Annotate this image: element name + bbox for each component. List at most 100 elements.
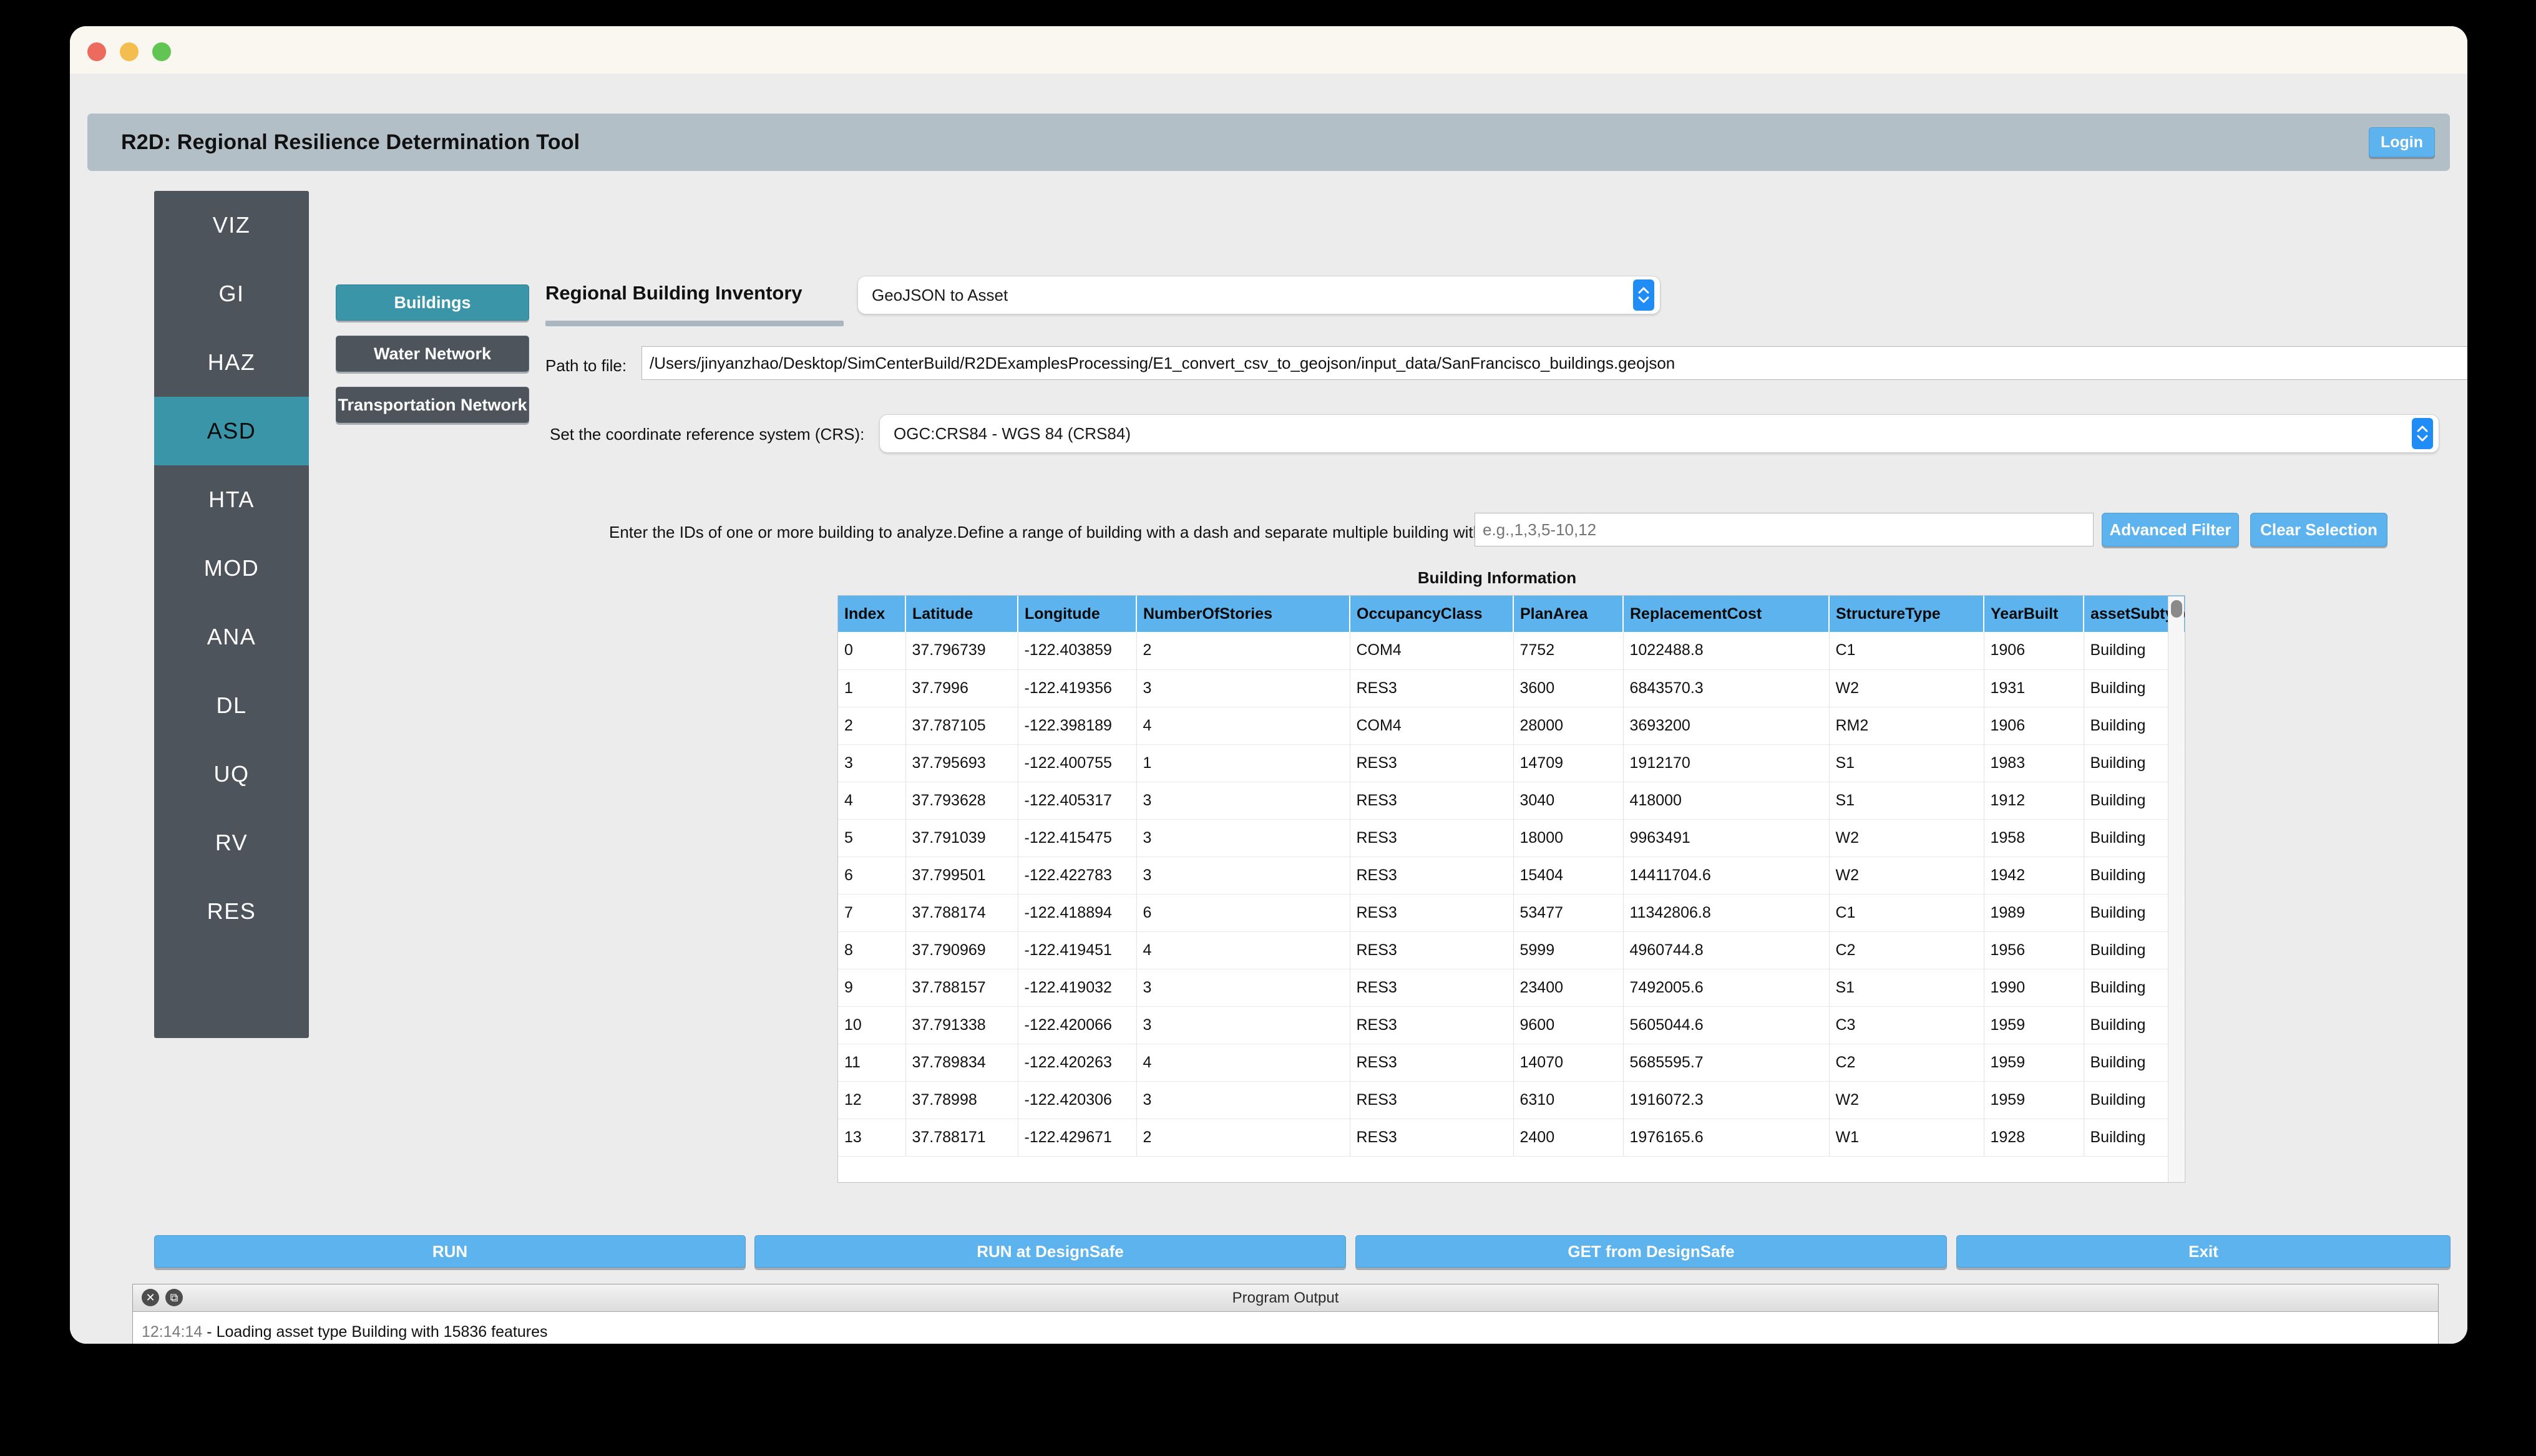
table-cell: 7 [838, 894, 906, 932]
table-vertical-scrollbar[interactable] [2168, 596, 2184, 1182]
table-cell: 0 [838, 632, 906, 670]
table-cell: COM4 [1350, 632, 1514, 670]
table-cell: -122.415475 [1018, 819, 1137, 857]
table-cell: RES3 [1350, 969, 1514, 1007]
program-output-title: Program Output [1232, 1289, 1339, 1306]
sidebar-item-gi[interactable]: GI [154, 260, 309, 328]
table-cell: 7752 [1513, 632, 1624, 670]
building-ids-input[interactable] [1475, 513, 2094, 546]
table-row[interactable]: 11 37.789834 -122.420263 4 RES3 14070 5685595.… [838, 1044, 2185, 1082]
restore-icon[interactable]: ⧉ [165, 1289, 183, 1306]
table-row[interactable]: 6 37.799501 -122.422783 3 RES3 15404 14411704.… [838, 857, 2185, 895]
crs-value: OGC:CRS84 - WGS 84 (CRS84) [894, 424, 1131, 443]
building-information-table: Index Latitude Longitude NumberOfStories Occ… [837, 595, 2185, 1183]
sidebar-item-ana[interactable]: ANA [154, 603, 309, 671]
table-cell: 37.788174 [905, 894, 1018, 932]
sidebar-item-haz[interactable]: HAZ [154, 328, 309, 397]
table-cell: 37.793628 [905, 782, 1018, 820]
table-cell: 4 [838, 782, 906, 820]
table-cell: 1906 [1984, 632, 2084, 670]
asset-type-selector: Buildings Water Network Transportation N… [336, 284, 529, 438]
table-row[interactable]: 13 37.788171 -122.429671 2 RES3 2400 1976165.6… [838, 1119, 2185, 1157]
sidebar-item-uq[interactable]: UQ [154, 740, 309, 808]
table-row[interactable]: 3 37.795693 -122.400755 1 RES3 14709 1912170 S1… [838, 744, 2185, 782]
login-button[interactable]: Login [2369, 127, 2435, 157]
table-cell: 10 [838, 1006, 906, 1044]
exit-button[interactable]: Exit [1956, 1235, 2451, 1268]
crs-select[interactable]: OGC:CRS84 - WGS 84 (CRS84) [879, 414, 2439, 453]
table-row[interactable]: 1 37.7996 -122.419356 3 RES3 3600 6843570.3 W2 1… [838, 669, 2185, 707]
table-cell: RM2 [1829, 707, 1984, 745]
sidebar-item-hta[interactable]: HTA [154, 465, 309, 534]
table-cell: C1 [1829, 894, 1984, 932]
chevron-updown-icon[interactable] [1633, 279, 1654, 311]
sidebar-item-res[interactable]: RES [154, 877, 309, 946]
table-column-header[interactable]: NumberOfStories [1136, 596, 1350, 632]
get-from-designsafe-button[interactable]: GET from DesignSafe [1355, 1235, 1947, 1268]
table-row[interactable]: 2 37.787105 -122.398189 4 COM4 28000 3693200 RM… [838, 707, 2185, 745]
asset-type-transportation-network[interactable]: Transportation Network [336, 387, 529, 423]
run-button[interactable]: RUN [154, 1235, 746, 1268]
table-column-header[interactable]: StructureType [1829, 596, 1984, 632]
table-cell: C3 [1829, 1006, 1984, 1044]
table-cell: S1 [1829, 969, 1984, 1007]
workflow-sidebar: VIZ GI HAZ ASD HTA MOD ANA DL UQ RV RES [154, 191, 309, 1038]
table-column-header[interactable]: PlanArea [1513, 596, 1624, 632]
table-row[interactable]: 12 37.78998 -122.420306 3 RES3 6310 1916072.3 W… [838, 1081, 2185, 1119]
table-cell: 3040 [1513, 782, 1624, 820]
close-window-button[interactable] [87, 42, 106, 61]
table-scrollbar-thumb[interactable] [2171, 600, 2182, 618]
sidebar-item-asd[interactable]: ASD [154, 397, 309, 465]
table-cell: 37.78998 [905, 1081, 1018, 1119]
table-cell: RES3 [1350, 857, 1514, 895]
zoom-window-button[interactable] [152, 42, 171, 61]
table-column-header[interactable]: ReplacementCost [1623, 596, 1830, 632]
table-column-header[interactable]: Latitude [905, 596, 1018, 632]
table-cell: 13 [838, 1119, 906, 1157]
table-cell: 1916072.3 [1623, 1081, 1830, 1119]
table-row[interactable]: 8 37.790969 -122.419451 4 RES3 5999 4960744.8 C… [838, 931, 2185, 969]
chevron-updown-icon[interactable] [2412, 418, 2433, 449]
log-separator: - [207, 1323, 217, 1341]
table-column-header[interactable]: OccupancyClass [1350, 596, 1514, 632]
table-cell: 5685595.7 [1623, 1044, 1830, 1082]
table-row[interactable]: 0 37.796739 -122.403859 2 COM4 7752 1022488.8 C… [838, 632, 2185, 670]
table-column-header[interactable]: Index [838, 596, 906, 632]
sidebar-item-dl[interactable]: DL [154, 671, 309, 740]
advanced-filter-button[interactable]: Advanced Filter [2102, 513, 2239, 546]
table-cell: -122.419356 [1018, 669, 1137, 707]
table-cell: RES3 [1350, 1081, 1514, 1119]
sidebar-item-mod[interactable]: MOD [154, 534, 309, 603]
table-cell: 1 [1136, 744, 1350, 782]
table-cell: -122.420066 [1018, 1006, 1137, 1044]
inventory-method-value: GeoJSON to Asset [872, 286, 1008, 304]
section-title: Regional Building Inventory [545, 282, 802, 304]
clear-selection-button[interactable]: Clear Selection [2250, 513, 2387, 546]
asset-type-buildings[interactable]: Buildings [336, 284, 529, 321]
close-icon[interactable]: ✕ [142, 1289, 159, 1306]
table-cell: -122.403859 [1018, 632, 1137, 670]
table-cell: 37.789834 [905, 1044, 1018, 1082]
table-column-header[interactable]: Longitude [1018, 596, 1137, 632]
sidebar-item-rv[interactable]: RV [154, 808, 309, 877]
sidebar-item-viz[interactable]: VIZ [154, 191, 309, 260]
table-row[interactable]: 5 37.791039 -122.415475 3 RES3 18000 9963491 W2… [838, 819, 2185, 857]
table-row[interactable]: 4 37.793628 -122.405317 3 RES3 3040 418000 S1 19… [838, 782, 2185, 820]
table-cell: 6843570.3 [1623, 669, 1830, 707]
window-titlebar [70, 26, 2467, 74]
path-to-file-input[interactable]: /Users/jinyanzhao/Desktop/SimCenterBuild… [641, 346, 2467, 380]
table-cell: 37.799501 [905, 857, 1018, 895]
inventory-method-select[interactable]: GeoJSON to Asset [857, 276, 1661, 314]
minimize-window-button[interactable] [120, 42, 139, 61]
table-cell: 37.795693 [905, 744, 1018, 782]
table-row[interactable]: 7 37.788174 -122.418894 6 RES3 53477 11342806.… [838, 894, 2185, 932]
table-cell: 37.796739 [905, 632, 1018, 670]
application-body: R2D: Regional Resilience Determination T… [70, 74, 2467, 1344]
table-cell: 37.791039 [905, 819, 1018, 857]
table-row[interactable]: 10 37.791338 -122.420066 3 RES3 9600 5605044.6… [838, 1006, 2185, 1044]
table-row[interactable]: 9 37.788157 -122.419032 3 RES3 23400 7492005.6… [838, 969, 2185, 1007]
table-cell: 3 [1136, 969, 1350, 1007]
table-column-header[interactable]: YearBuilt [1984, 596, 2084, 632]
asset-type-water-network[interactable]: Water Network [336, 336, 529, 372]
run-at-designsafe-button[interactable]: RUN at DesignSafe [754, 1235, 1346, 1268]
